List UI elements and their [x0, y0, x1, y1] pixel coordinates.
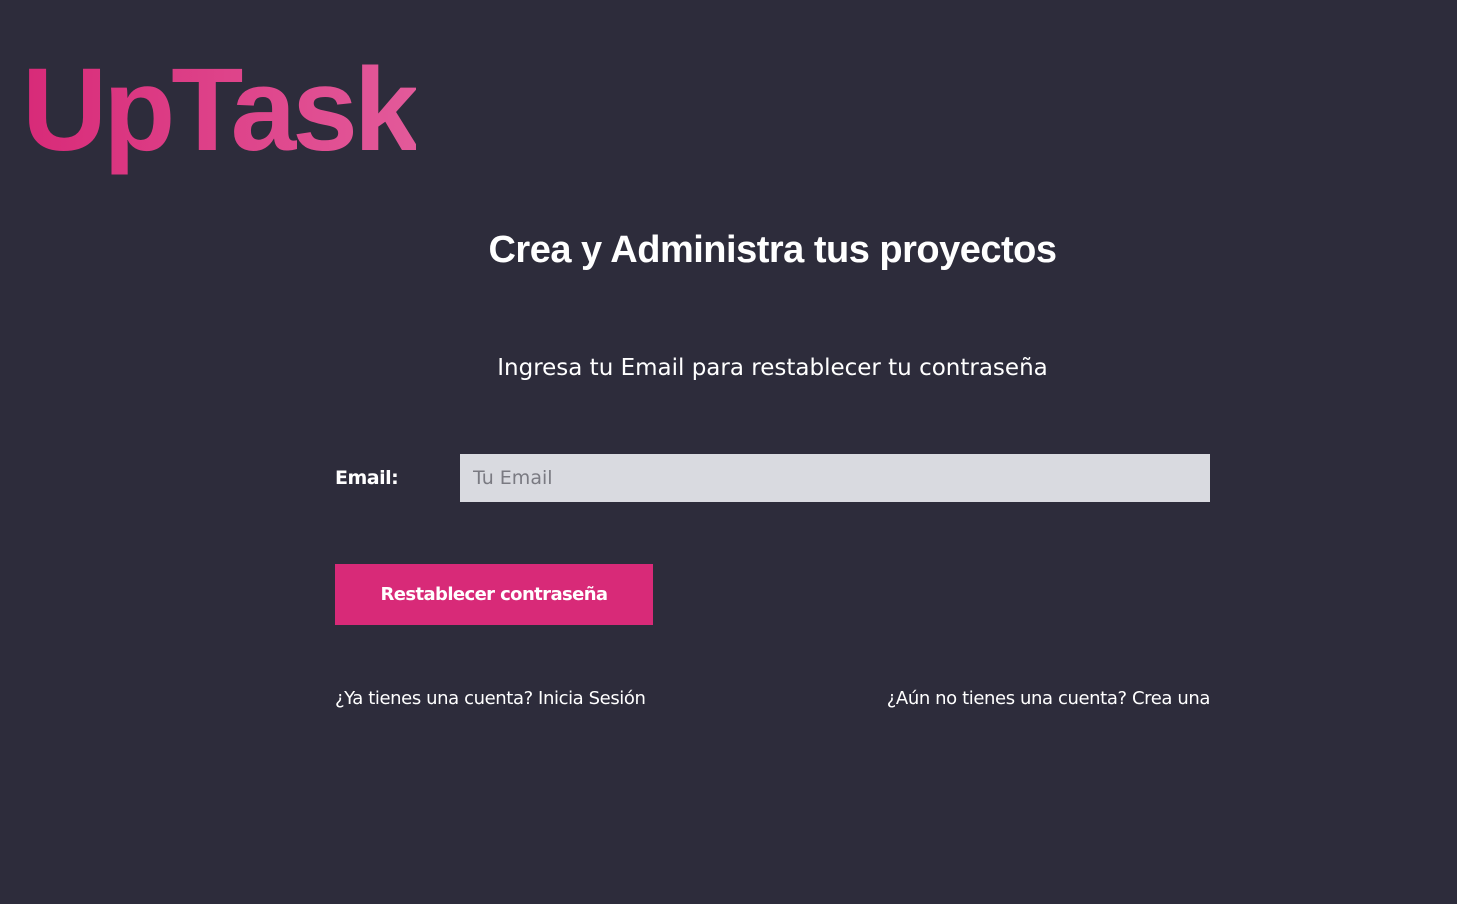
login-link[interactable]: ¿Ya tienes una cuenta? Inicia Sesión — [335, 685, 646, 713]
reset-password-button[interactable]: Restablecer contraseña — [335, 564, 653, 625]
email-field-row: Email: — [335, 454, 1210, 502]
register-link[interactable]: ¿Aún no tienes una cuenta? Crea una — [887, 685, 1211, 713]
email-input[interactable] — [460, 454, 1210, 502]
logo: UpTask — [22, 40, 419, 182]
email-label: Email: — [335, 467, 399, 489]
page-description: Ingresa tu Email para restablecer tu con… — [497, 355, 1048, 381]
page-tagline: Crea y Administra tus proyectos — [488, 229, 1057, 271]
reset-password-form: Email: Restablecer contraseña — [335, 454, 1210, 625]
account-links: ¿Ya tienes una cuenta? Inicia Sesión ¿Aú… — [335, 685, 1210, 713]
